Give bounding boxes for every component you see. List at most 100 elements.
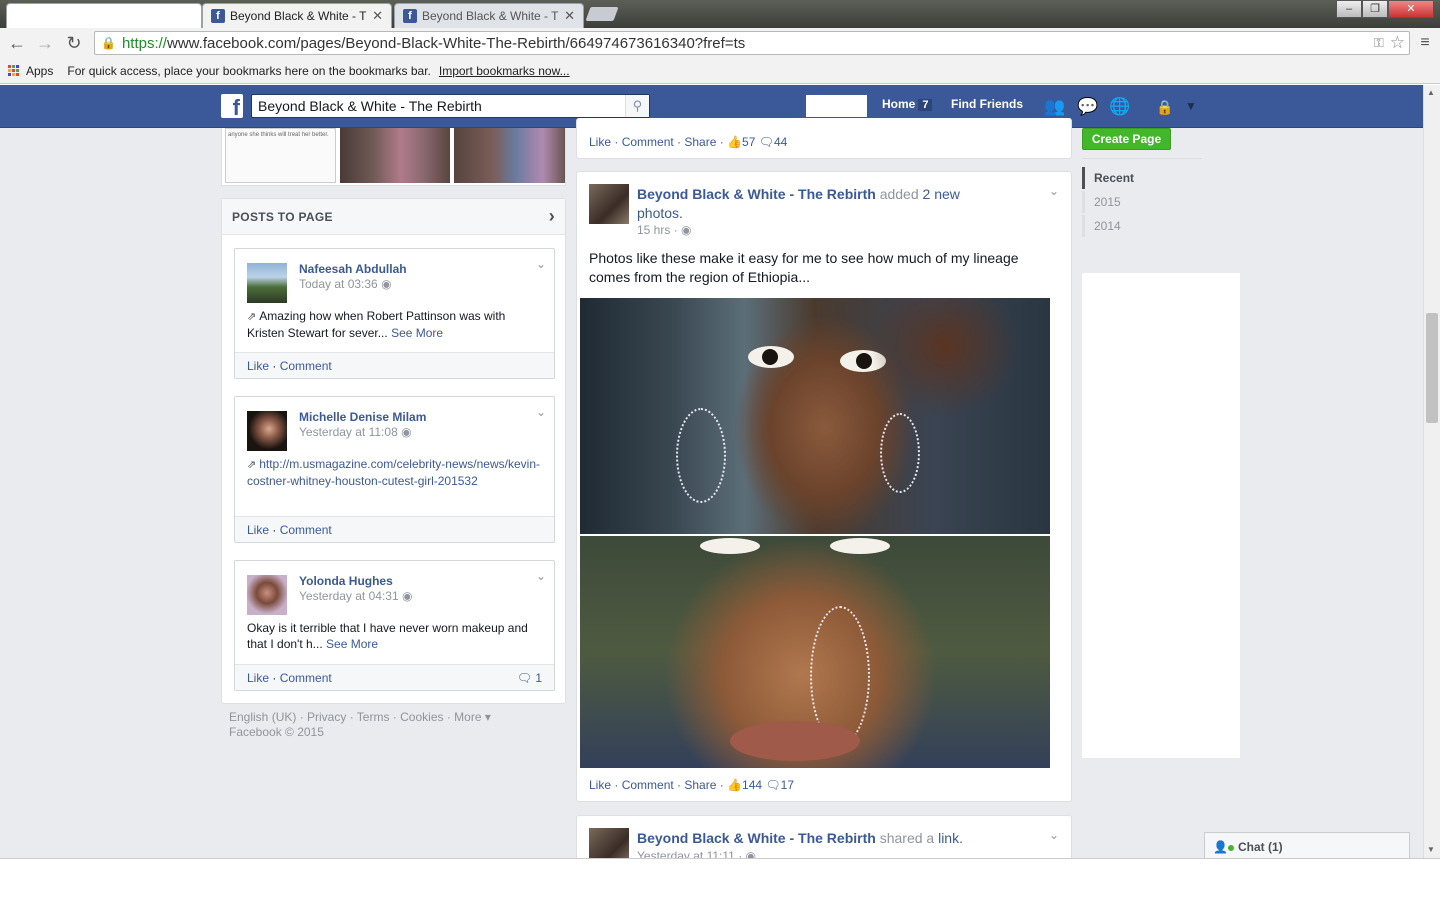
post-author[interactable]: Beyond Black & White - The Rebirth <box>637 830 876 846</box>
see-more-link[interactable]: See More <box>391 326 443 340</box>
post-photo[interactable] <box>580 536 1050 768</box>
feed-post: Beyond Black & White - The Rebirth added… <box>576 171 1072 802</box>
timeline-nav-2014[interactable]: 2014 <box>1082 215 1192 237</box>
comment-count[interactable]: 17 <box>781 778 794 792</box>
page-avatar[interactable] <box>589 184 629 224</box>
chevron-right-icon[interactable]: › <box>549 206 555 227</box>
post-body-text: Okay is it terrible that I have never wo… <box>247 621 528 651</box>
avatar[interactable] <box>247 575 287 615</box>
browser-tab-active[interactable]: f Beyond Black & White - T ✕ <box>202 3 392 28</box>
see-more-link[interactable]: See More <box>326 637 378 651</box>
account-menu-chevron-icon[interactable]: ▼ <box>1185 99 1197 113</box>
comment-link[interactable]: Comment <box>280 671 332 685</box>
chevron-down-icon[interactable]: ⌄ <box>1049 184 1059 198</box>
close-window-button[interactable]: ✕ <box>1388 0 1434 18</box>
scroll-down-icon[interactable]: ▼ <box>1427 845 1435 854</box>
post-author[interactable]: Nafeesah Abdullah <box>299 262 407 276</box>
timeline-nav-2015[interactable]: 2015 <box>1082 191 1192 213</box>
like-link[interactable]: Like <box>589 778 611 792</box>
post-object-link[interactable]: link. <box>938 830 963 846</box>
comment-icon: 🗨 <box>516 671 532 685</box>
create-page-button[interactable]: Create Page <box>1082 128 1171 150</box>
photo-detail <box>700 538 760 554</box>
maximize-button[interactable]: ❐ <box>1362 0 1388 18</box>
browser-tab-blank[interactable] <box>6 3 202 28</box>
comment-count[interactable]: 🗨 1 <box>517 671 542 685</box>
apps-grid-icon <box>8 64 20 77</box>
scrollbar-thumb[interactable] <box>1426 313 1438 423</box>
post-author[interactable]: Yolonda Hughes <box>299 574 393 588</box>
share-link[interactable]: Share <box>684 135 716 149</box>
posts-to-page-header[interactable]: POSTS TO PAGE › <box>222 199 565 235</box>
like-link[interactable]: Like <box>247 523 269 537</box>
post-time: Yesterday at 11:08 ◉ <box>299 425 412 439</box>
home-link[interactable]: Home 7 <box>882 97 933 111</box>
close-tab-icon[interactable]: ✕ <box>372 8 383 24</box>
footer-links[interactable]: English (UK) · Privacy · Terms · Cookies… <box>229 710 491 725</box>
like-link[interactable]: Like <box>589 135 611 149</box>
thumb-caption: anyone she thinks will treat her better. <box>228 132 329 138</box>
like-link[interactable]: Like <box>247 359 269 373</box>
forward-icon[interactable]: → <box>34 32 56 54</box>
shared-url-link[interactable]: http://m.usmagazine.com/celebrity-news/n… <box>247 457 540 488</box>
minimize-button[interactable]: – <box>1336 0 1362 18</box>
timeline-nav-recent[interactable]: Recent <box>1082 167 1192 189</box>
comment-link[interactable]: Comment <box>622 135 674 149</box>
key-icon[interactable]: ⚿ <box>1374 35 1384 51</box>
find-friends-link[interactable]: Find Friends <box>951 97 1023 111</box>
thumbs-up-icon: 👍 <box>727 135 743 149</box>
post-author[interactable]: Beyond Black & White - The Rebirth <box>637 186 876 202</box>
post-body: Okay is it terrible that I have never wo… <box>247 620 542 652</box>
browser-tab[interactable]: f Beyond Black & White - T ✕ <box>394 3 584 28</box>
chevron-down-icon[interactable]: ⌄ <box>536 257 546 271</box>
address-bar[interactable]: 🔒 https:// www.facebook.com/pages/Beyond… <box>94 31 1410 55</box>
post-photo[interactable] <box>580 298 1050 534</box>
like-count[interactable]: 57 <box>742 135 755 149</box>
facebook-logo-icon[interactable]: f <box>221 94 243 118</box>
comment-link[interactable]: Comment <box>280 359 332 373</box>
scroll-up-icon[interactable]: ▲ <box>1427 88 1435 97</box>
like-count[interactable]: 144 <box>742 778 762 792</box>
post-time: Yesterday at 04:31 ◉ <box>299 589 412 603</box>
browser-tab-strip: f Beyond Black & White - T ✕ f Beyond Bl… <box>0 0 1440 28</box>
close-tab-icon[interactable]: ✕ <box>564 8 575 24</box>
avatar[interactable] <box>247 411 287 451</box>
menu-icon[interactable]: ≡ <box>1414 32 1436 54</box>
comment-link[interactable]: Comment <box>622 778 674 792</box>
privacy-shortcuts-icon[interactable]: 🔒 <box>1156 99 1173 116</box>
post-time-text: Yesterday at 11:08 <box>299 425 398 439</box>
post-author[interactable]: Michelle Denise Milam <box>299 410 426 424</box>
new-tab-button[interactable] <box>585 7 619 21</box>
posts-to-page-title: POSTS TO PAGE <box>232 210 333 224</box>
footer-copyright: Facebook © 2015 <box>229 725 324 739</box>
avatar[interactable] <box>247 263 287 303</box>
comment-link[interactable]: Comment <box>280 523 332 537</box>
star-icon[interactable]: ☆ <box>1390 33 1405 53</box>
chevron-down-icon[interactable]: ⌄ <box>536 569 546 583</box>
profile-link[interactable] <box>806 95 867 117</box>
share-link[interactable]: Share <box>684 778 716 792</box>
like-link[interactable]: Like <box>247 671 269 685</box>
photo-thumbnail[interactable] <box>340 128 450 183</box>
photo-thumbnail[interactable] <box>454 128 565 183</box>
visitor-post: Nafeesah Abdullah Today at 03:36 ◉ ⌄ ⇗ Am… <box>234 248 555 379</box>
photo-detail <box>730 721 860 761</box>
reload-icon[interactable]: ↻ <box>63 32 85 54</box>
comment-count[interactable]: 44 <box>774 135 787 149</box>
post-actions: Like · Comment · Share · 👍57 🗨44 <box>589 135 788 149</box>
friend-requests-icon[interactable]: 👥 <box>1044 97 1065 117</box>
chevron-down-icon[interactable]: ⌄ <box>536 405 546 419</box>
visitor-post: Yolonda Hughes Yesterday at 04:31 ◉ ⌄ Ok… <box>234 560 555 691</box>
messages-icon[interactable]: 💬 <box>1077 97 1098 117</box>
search-input[interactable]: Beyond Black & White - The Rebirth ⚲ <box>251 94 650 118</box>
chevron-down-icon[interactable]: ⌄ <box>1049 828 1059 842</box>
photo-thumbnail[interactable]: anyone she thinks will treat her better. <box>225 128 336 183</box>
back-icon[interactable]: ← <box>6 32 28 54</box>
page-scrollbar[interactable]: ▲ ▼ <box>1423 85 1440 858</box>
notifications-globe-icon[interactable]: 🌐 <box>1109 97 1130 117</box>
import-bookmarks-link[interactable]: Import bookmarks now... <box>439 64 570 78</box>
search-icon[interactable]: ⚲ <box>625 95 649 117</box>
chat-tab[interactable]: 👤 Chat (1) <box>1204 832 1410 858</box>
post-time[interactable]: 15 hrs <box>637 223 670 237</box>
apps-link[interactable]: Apps <box>26 64 53 78</box>
